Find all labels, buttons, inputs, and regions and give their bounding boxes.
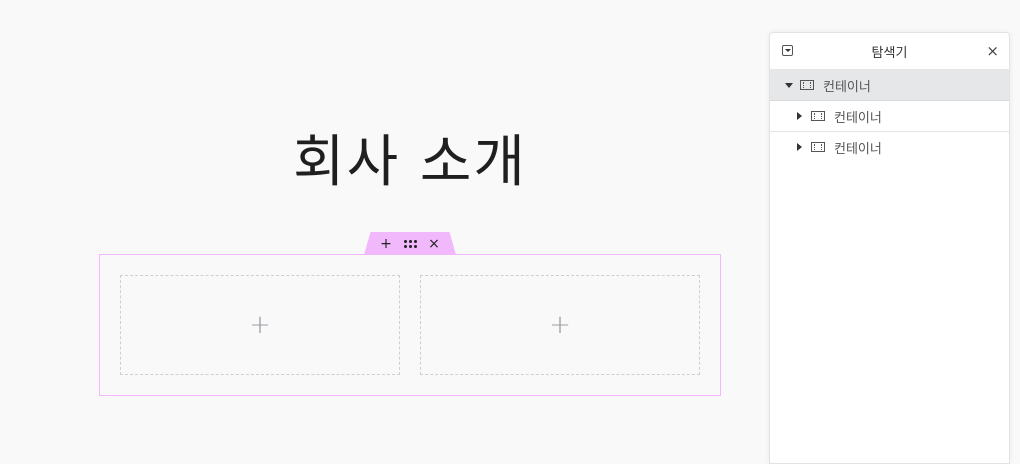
navigator-panel: 탐색기 × 컨테이너 컨테이너 컨테이너 <box>769 32 1010 464</box>
delete-section-button[interactable]: × <box>422 233 446 255</box>
close-icon[interactable]: × <box>986 42 999 60</box>
navigator-item-container[interactable]: 컨테이너 <box>770 132 1009 162</box>
navigator-item-container[interactable]: 컨테이너 <box>770 70 1009 101</box>
add-widget-plus-icon[interactable]: + <box>249 312 271 338</box>
column-dropzone[interactable]: + <box>420 275 700 375</box>
navigator-item-label: 컨테이너 <box>834 141 882 157</box>
column-dropzone[interactable]: + <box>120 275 400 375</box>
container-icon <box>811 142 825 152</box>
navigator-item-container[interactable]: 컨테이너 <box>770 101 1009 132</box>
selected-container-section[interactable]: + + <box>99 254 721 396</box>
container-icon <box>811 111 825 121</box>
caret-right-icon[interactable] <box>795 142 805 152</box>
add-section-button[interactable]: + <box>374 233 398 255</box>
caret-right-icon[interactable] <box>795 111 805 121</box>
section-toolbar: + × <box>364 232 456 255</box>
drag-handle-icon <box>403 239 417 248</box>
page-title[interactable]: 회사 소개 <box>100 128 720 198</box>
navigator-title: 탐색기 <box>871 46 908 61</box>
drag-handle-button[interactable] <box>398 233 422 255</box>
navigator-item-label: 컨테이너 <box>834 110 882 126</box>
navigator-item-label: 컨테이너 <box>823 79 871 95</box>
add-widget-plus-icon[interactable]: + <box>549 312 571 338</box>
plus-icon: + <box>380 235 392 252</box>
navigator-header[interactable]: 탐색기 × <box>770 33 1009 70</box>
caret-down-icon[interactable] <box>784 80 794 90</box>
container-icon <box>800 80 814 90</box>
close-icon: × <box>428 235 440 252</box>
